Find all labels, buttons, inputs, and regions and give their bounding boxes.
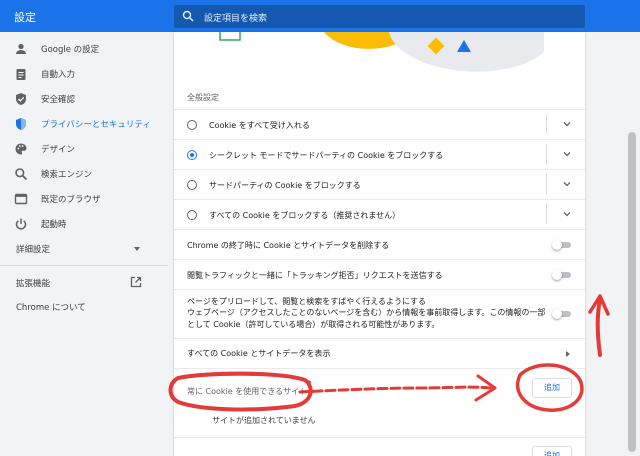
external-link-icon <box>130 276 142 288</box>
sidebar-item-safety-check[interactable]: 安全確認 <box>0 87 168 111</box>
sidebar-item-about[interactable]: Chrome について <box>0 295 168 319</box>
shield-icon <box>16 118 26 130</box>
separator <box>546 114 547 134</box>
shield-check-icon <box>16 93 26 105</box>
see-all-cookies-row[interactable]: すべての Cookie とサイトデータを表示 <box>174 339 585 368</box>
sidebar-item-extensions[interactable]: 拡張機能 <box>0 271 168 295</box>
clear-on-exit-row: Chrome の終了時に Cookie とサイトデータを削除する <box>174 230 585 259</box>
cookie-option-block-third-party[interactable]: サードパーティの Cookie をブロックする <box>174 170 585 199</box>
scrollbar[interactable] <box>626 32 640 456</box>
radio-button[interactable] <box>187 150 197 160</box>
sidebar-item-label: デザイン <box>41 145 76 155</box>
sidebar-item-autofill[interactable]: 自動入力 <box>0 62 168 86</box>
preload-description: ウェブページ（アクセスしたことのないページを含む）から情報を事前取得します。この… <box>187 308 546 317</box>
cookie-option-allow-all[interactable]: Cookie をすべて受け入れる <box>174 110 585 139</box>
option-label: サードパーティの Cookie をブロックする <box>209 181 361 190</box>
sidebar: Google の設定 自動入力 安全確認 プライバシーとセキュリティ デザイン … <box>0 32 168 456</box>
sidebar-item-label: Chrome について <box>16 303 86 313</box>
sidebar-item-label: プライバシーとセキュリティ <box>41 120 151 130</box>
search-input[interactable]: 設定項目を検索 <box>174 5 585 28</box>
separator <box>546 174 547 194</box>
sidebar-item-google[interactable]: Google の設定 <box>0 37 168 61</box>
clipboard-icon <box>16 69 26 80</box>
chevron-down-icon[interactable] <box>563 180 571 188</box>
cookie-option-block-third-party-incognito[interactable]: シークレット モードでサードパーティの Cookie をブロックする <box>174 140 585 169</box>
empty-list-text: サイトが追加されていません <box>212 416 316 425</box>
scrollbar-thumb[interactable] <box>628 132 636 452</box>
radio-button[interactable] <box>187 180 197 190</box>
option-label: すべての Cookie をブロックする（推奨されません） <box>209 211 401 220</box>
browser-icon <box>14 193 28 205</box>
sidebar-item-label: 検索エンジン <box>41 170 93 180</box>
row-divider <box>174 437 585 438</box>
preload-label: ページをプリロードして、閲覧と検索をすばやく行えるようにする <box>187 297 427 306</box>
sidebar-item-privacy[interactable]: プライバシーとセキュリティ <box>0 112 168 136</box>
separator <box>546 204 547 224</box>
preload-description: として Cookie（許可している場合）が取得される可能性があります。 <box>187 320 440 329</box>
sidebar-item-label: 起動時 <box>41 220 67 230</box>
option-label: シークレット モードでサードパーティの Cookie をブロックする <box>209 151 444 160</box>
search-icon <box>182 10 194 22</box>
chevron-down-icon <box>134 247 140 251</box>
sidebar-item-advanced[interactable]: 詳細設定 <box>0 237 168 261</box>
radio-button[interactable] <box>187 120 197 130</box>
sidebar-item-label: Google の設定 <box>41 45 100 55</box>
sidebar-item-label: 安全確認 <box>41 95 76 105</box>
chevron-down-icon[interactable] <box>563 120 571 128</box>
search-placeholder: 設定項目を検索 <box>204 14 268 24</box>
person-icon <box>16 43 26 54</box>
row-divider <box>174 368 585 369</box>
privacy-illustration <box>219 32 544 72</box>
preload-row: ページをプリロードして、閲覧と検索をすばやく行えるようにする ウェブページ（アク… <box>174 290 585 338</box>
clear-on-exit-toggle[interactable] <box>552 240 572 250</box>
add-button-2[interactable]: 追加 <box>532 446 572 456</box>
do-not-track-toggle[interactable] <box>552 270 572 280</box>
see-all-cookies-link[interactable]: すべての Cookie とサイトデータを表示 <box>187 348 330 359</box>
chevron-right-icon <box>566 351 570 357</box>
clear-on-exit-label: Chrome の終了時に Cookie とサイトデータを削除する <box>187 241 390 250</box>
sidebar-item-default-browser[interactable]: 既定のブラウザ <box>0 187 168 211</box>
sidebar-item-label: 自動入力 <box>41 70 76 80</box>
do-not-track-row: 閲覧トラフィックと一緒に「トラッキング拒否」リクエストを送信する <box>174 260 585 289</box>
separator <box>546 144 547 164</box>
sidebar-item-label: 既定のブラウザ <box>41 195 101 205</box>
cookie-option-block-all[interactable]: すべての Cookie をブロックする（推奨されません） <box>174 200 585 229</box>
option-label: Cookie をすべて受け入れる <box>209 121 310 130</box>
power-icon <box>15 218 27 230</box>
always-allow-label: 常に Cookie を使用できるサイト <box>187 387 308 396</box>
sidebar-item-search-engine[interactable]: 検索エンジン <box>0 162 168 186</box>
add-button[interactable]: 追加 <box>532 378 572 398</box>
section-title: 全般設定 <box>187 93 219 102</box>
top-bar: 設定 設定項目を検索 <box>0 0 640 32</box>
settings-card: 全般設定 Cookie をすべて受け入れる シークレット モードでサードパーティ… <box>174 32 585 456</box>
chevron-down-icon[interactable] <box>563 210 571 218</box>
radio-button[interactable] <box>187 210 197 220</box>
preload-toggle[interactable] <box>552 309 572 319</box>
search-icon <box>15 168 28 181</box>
sidebar-item-label: 詳細設定 <box>16 245 51 255</box>
sidebar-divider <box>0 265 168 266</box>
sidebar-item-appearance[interactable]: デザイン <box>0 137 168 161</box>
page-title: 設定 <box>14 11 36 24</box>
sidebar-item-label: 拡張機能 <box>16 279 51 289</box>
sidebar-item-on-startup[interactable]: 起動時 <box>0 212 168 236</box>
do-not-track-label: 閲覧トラフィックと一緒に「トラッキング拒否」リクエストを送信する <box>187 271 443 280</box>
palette-icon <box>15 143 27 155</box>
chevron-down-icon[interactable] <box>563 150 571 158</box>
